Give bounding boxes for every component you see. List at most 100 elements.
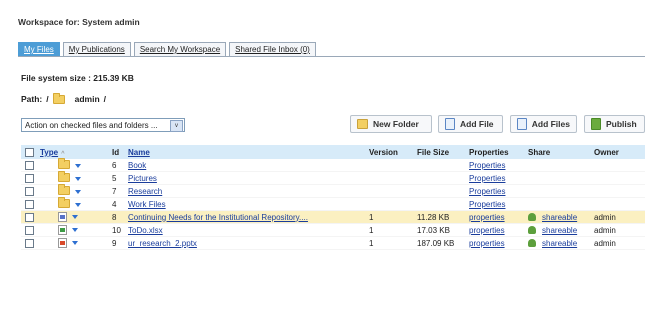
row-id: 10	[112, 225, 121, 235]
table-header: Type ^ Id Name Version File Size Properti…	[21, 145, 645, 159]
file-name-link[interactable]: ur_research_2.pptx	[128, 239, 197, 248]
chevron-down-icon[interactable]	[75, 177, 81, 182]
doc-file-icon	[58, 212, 67, 222]
chevron-down-icon[interactable]	[72, 228, 78, 232]
row-id: 5	[112, 173, 117, 183]
table-row[interactable]: 6 Book Properties	[21, 157, 645, 172]
row-owner	[594, 185, 645, 198]
publish-label: Publish	[606, 119, 637, 129]
share-link[interactable]: shareable	[542, 239, 577, 248]
tab-my-publications[interactable]: My Publications	[62, 42, 131, 56]
folder-icon	[58, 196, 70, 208]
row-checkbox[interactable]	[25, 160, 34, 170]
file-name-link[interactable]: ToDo.xlsx	[128, 226, 163, 235]
chevron-down-icon[interactable]	[75, 190, 81, 195]
new-folder-label: New Folder	[373, 119, 419, 129]
path-root-link[interactable]: /	[46, 94, 48, 104]
name-sort-header[interactable]: Name	[128, 148, 150, 157]
file-name-link[interactable]: Continuing Needs for the Institutional R…	[128, 213, 308, 222]
properties-link[interactable]: Properties	[469, 187, 505, 196]
new-folder-button[interactable]: New Folder	[350, 115, 432, 133]
share-users-icon	[528, 226, 536, 235]
tab-my-files[interactable]: My Files	[18, 42, 60, 56]
path-end: /	[103, 94, 107, 104]
workspace-title: Workspace for: System admin	[18, 17, 140, 27]
row-checkbox[interactable]	[25, 225, 34, 235]
row-id: 9	[112, 238, 117, 248]
add-files-button[interactable]: Add Files	[510, 115, 577, 133]
file-name-link[interactable]: Pictures	[128, 174, 157, 183]
ppt-file-icon	[58, 238, 67, 248]
file-name-link[interactable]: Book	[128, 161, 146, 170]
row-version: 1	[369, 225, 374, 235]
add-file-label: Add File	[460, 119, 494, 129]
row-file-size	[417, 172, 469, 185]
table-row[interactable]: 4 Work Files Properties	[21, 196, 645, 211]
version-header: Version	[369, 147, 398, 157]
folder-icon	[58, 170, 70, 182]
row-version: 1	[369, 238, 374, 248]
folder-icon	[58, 183, 70, 195]
properties-link[interactable]: properties	[469, 239, 505, 248]
tab-shared-file-inbox[interactable]: Shared File Inbox (0)	[229, 42, 316, 56]
row-owner	[594, 172, 645, 185]
row-file-size	[417, 159, 469, 172]
row-file-size: 11.28 KB	[417, 212, 450, 222]
properties-link[interactable]: Properties	[469, 200, 505, 209]
properties-link[interactable]: properties	[469, 226, 505, 235]
file-name-link[interactable]: Research	[128, 187, 162, 196]
workspace-tabs: My Files My Publications Search My Works…	[18, 42, 316, 57]
row-checkbox[interactable]	[25, 199, 34, 209]
row-version: 1	[369, 212, 374, 222]
file-table-body: 6 Book Properties 5 Pictures Properties 7 Resea…	[21, 157, 645, 250]
table-row[interactable]: 5 Pictures Properties	[21, 170, 645, 185]
row-checkbox[interactable]	[25, 238, 34, 248]
share-link[interactable]: shareable	[542, 213, 577, 222]
type-sort-header[interactable]: Type	[40, 148, 58, 157]
add-file-button[interactable]: Add File	[438, 115, 503, 133]
row-owner: admin	[594, 225, 616, 235]
properties-link[interactable]: Properties	[469, 161, 505, 170]
table-row[interactable]: 8 Continuing Needs for the Institutional …	[21, 210, 645, 224]
chevron-down-icon[interactable]	[75, 203, 81, 208]
properties-header: Properties	[469, 147, 509, 157]
sort-ascending-icon: ^	[61, 150, 65, 157]
folder-icon	[58, 157, 70, 169]
share-link[interactable]: shareable	[542, 226, 577, 235]
file-name-link[interactable]: Work Files	[128, 200, 166, 209]
publish-button[interactable]: Publish	[584, 115, 645, 133]
file-table: Type ^ Id Name Version File Size Properti…	[21, 145, 645, 250]
table-row[interactable]: 9 ur_research_2.pptx 1 187.09 KB properties s…	[21, 237, 645, 250]
table-row[interactable]: 7 Research Properties	[21, 183, 645, 198]
tab-search-workspace[interactable]: Search My Workspace	[133, 42, 227, 56]
row-checkbox[interactable]	[25, 212, 34, 222]
share-header: Share	[528, 147, 551, 157]
row-id: 6	[112, 160, 117, 170]
xls-file-icon	[58, 225, 67, 235]
select-all-checkbox[interactable]	[25, 147, 34, 157]
chevron-down-icon[interactable]	[72, 241, 78, 245]
chevron-down-icon[interactable]	[75, 164, 81, 169]
row-owner	[594, 159, 645, 172]
row-owner	[594, 198, 645, 211]
action-select-value: Action on checked files and folders ...	[25, 120, 158, 130]
action-select[interactable]: Action on checked files and folders ... …	[21, 118, 185, 132]
properties-link[interactable]: properties	[469, 213, 505, 222]
row-file-size: 17.03 KB	[417, 225, 450, 235]
row-id: 7	[112, 186, 117, 196]
row-file-size: 187.09 KB	[417, 238, 455, 248]
share-users-icon	[528, 213, 536, 222]
id-header: Id	[112, 147, 120, 157]
row-checkbox[interactable]	[25, 186, 34, 196]
row-file-size	[417, 198, 469, 211]
tab-divider	[18, 56, 645, 57]
table-row[interactable]: 10 ToDo.xlsx 1 17.03 KB properties shareable a…	[21, 224, 645, 237]
row-checkbox[interactable]	[25, 173, 34, 183]
properties-link[interactable]: Properties	[469, 174, 505, 183]
path-folder[interactable]: admin	[75, 94, 100, 104]
chevron-down-icon[interactable]: v	[170, 120, 183, 132]
folder-icon	[52, 92, 65, 104]
path-label: Path:	[21, 94, 43, 104]
add-file-icon	[445, 118, 455, 130]
chevron-down-icon[interactable]	[72, 215, 78, 219]
